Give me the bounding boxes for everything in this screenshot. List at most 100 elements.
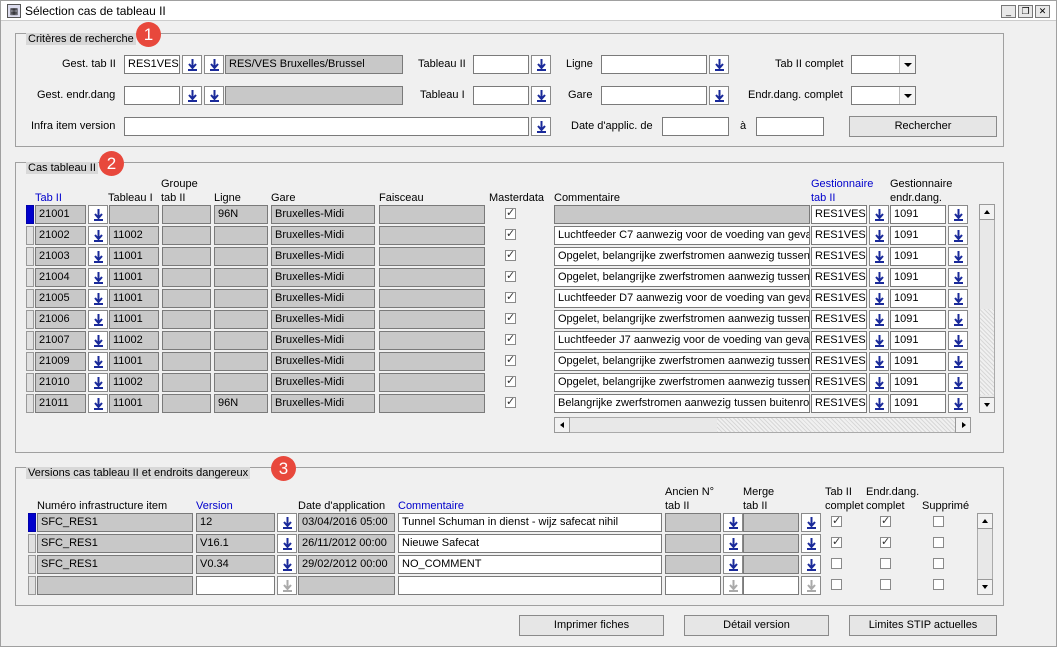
faisceau-cell[interactable] — [379, 268, 485, 287]
masterdata-checkbox[interactable] — [505, 227, 516, 240]
gestionnaire-cell[interactable]: RES1VES — [811, 310, 867, 329]
download-icon[interactable] — [88, 268, 108, 287]
scroll-up-button[interactable] — [979, 204, 995, 220]
endr-complet-checkbox[interactable] — [880, 579, 891, 590]
download-icon[interactable] — [277, 555, 297, 574]
version-cell[interactable] — [196, 576, 275, 595]
download-icon[interactable] — [869, 289, 889, 308]
download-icon[interactable] — [204, 55, 224, 74]
download-icon[interactable] — [948, 205, 968, 224]
infra-cell[interactable]: SFC_RES1 — [37, 513, 193, 532]
col-header-tab[interactable]: Tab II — [35, 192, 62, 204]
groupe-cell[interactable] — [162, 352, 211, 371]
close-icon[interactable]: ✕ — [1035, 5, 1050, 18]
download-icon[interactable] — [88, 373, 108, 392]
ligne-cell[interactable] — [214, 289, 268, 308]
limits-button[interactable]: Limites STIP actuelles — [849, 615, 997, 636]
masterdata-checkbox[interactable] — [505, 269, 516, 282]
row-selector[interactable] — [26, 289, 34, 308]
scroll-right-button[interactable] — [955, 417, 971, 433]
merge-cell[interactable] — [743, 576, 799, 595]
download-icon[interactable] — [88, 247, 108, 266]
tab-cell[interactable]: 21003 — [35, 247, 86, 266]
download-icon[interactable] — [277, 576, 297, 595]
detail-version-button[interactable]: Détail version — [684, 615, 829, 636]
commentaire-cell[interactable]: Opgelet, belangrijke zwerfstromen aanwez… — [554, 247, 810, 266]
ancien-cell[interactable] — [665, 555, 721, 574]
gest-endr-cell[interactable]: 1091 — [890, 268, 946, 287]
commentaire-cell[interactable] — [554, 205, 810, 224]
row-selector[interactable] — [26, 331, 34, 350]
tableau1-cell[interactable]: 11001 — [109, 289, 159, 308]
faisceau-cell[interactable] — [379, 373, 485, 392]
row-selector[interactable] — [26, 247, 34, 266]
masterdata-checkbox[interactable] — [505, 248, 516, 261]
gestionnaire-cell[interactable]: RES1VES — [811, 352, 867, 371]
ligne-cell[interactable] — [214, 310, 268, 329]
date-cell[interactable]: 26/11/2012 00:00 — [298, 534, 395, 553]
gest-tab-code-input[interactable]: RES1VES — [124, 55, 180, 74]
download-icon[interactable] — [204, 86, 224, 105]
masterdata-checkbox[interactable] — [505, 395, 516, 408]
cases-horizontal-scrollbar[interactable] — [554, 417, 971, 433]
download-icon[interactable] — [948, 247, 968, 266]
download-icon[interactable] — [948, 373, 968, 392]
faisceau-cell[interactable] — [379, 289, 485, 308]
gare-cell[interactable]: Bruxelles-Midi — [271, 247, 375, 266]
supprime-checkbox[interactable] — [933, 558, 944, 569]
cases-vertical-scrollbar[interactable] — [979, 204, 995, 413]
ligne-cell[interactable] — [214, 226, 268, 245]
scroll-down-button[interactable] — [979, 397, 995, 413]
download-icon[interactable] — [182, 55, 202, 74]
tableau2-input[interactable] — [473, 55, 529, 74]
col-header-gestionnaire-sub[interactable]: tab II — [811, 192, 835, 204]
commentaire-cell[interactable] — [398, 576, 662, 595]
print-button[interactable]: Imprimer fiches — [519, 615, 664, 636]
download-icon[interactable] — [869, 394, 889, 413]
download-icon[interactable] — [948, 226, 968, 245]
download-icon[interactable] — [869, 373, 889, 392]
row-selector[interactable] — [28, 576, 36, 595]
download-icon[interactable] — [948, 310, 968, 329]
row-selector[interactable] — [28, 513, 36, 532]
version-cell[interactable]: 12 — [196, 513, 275, 532]
download-icon[interactable] — [88, 352, 108, 371]
faisceau-cell[interactable] — [379, 226, 485, 245]
merge-cell[interactable] — [743, 555, 799, 574]
download-icon[interactable] — [801, 513, 821, 532]
gestionnaire-cell[interactable]: RES1VES — [811, 268, 867, 287]
tab-cell[interactable]: 21002 — [35, 226, 86, 245]
ligne-cell[interactable] — [214, 247, 268, 266]
chevron-down-icon[interactable] — [899, 56, 915, 73]
download-icon[interactable] — [277, 534, 297, 553]
supprime-checkbox[interactable] — [933, 516, 944, 527]
scroll-down-button[interactable] — [977, 579, 993, 595]
download-icon[interactable] — [801, 555, 821, 574]
download-icon[interactable] — [709, 86, 729, 105]
tab-cell[interactable]: 21007 — [35, 331, 86, 350]
gestionnaire-cell[interactable]: RES1VES — [811, 205, 867, 224]
masterdata-checkbox[interactable] — [505, 374, 516, 387]
endr-complet-checkbox[interactable] — [880, 514, 891, 527]
download-icon[interactable] — [88, 205, 108, 224]
ligne-cell[interactable]: 96N — [214, 394, 268, 413]
faisceau-cell[interactable] — [379, 331, 485, 350]
date-to-input[interactable] — [756, 117, 824, 136]
tableau1-cell[interactable]: 11001 — [109, 247, 159, 266]
commentaire-cell[interactable]: Opgelet, belangrijke zwerfstromen aanwez… — [554, 268, 810, 287]
endr-complet-checkbox[interactable] — [880, 558, 891, 569]
search-button[interactable]: Rechercher — [849, 116, 997, 137]
groupe-cell[interactable] — [162, 373, 211, 392]
minimize-icon[interactable]: _ — [1001, 5, 1016, 18]
groupe-cell[interactable] — [162, 394, 211, 413]
groupe-cell[interactable] — [162, 310, 211, 329]
gare-cell[interactable]: Bruxelles-Midi — [271, 373, 375, 392]
row-selector[interactable] — [28, 555, 36, 574]
scroll-track[interactable] — [980, 309, 994, 395]
gest-endr-cell[interactable]: 1091 — [890, 352, 946, 371]
gest-endr-cell[interactable]: 1091 — [890, 226, 946, 245]
download-icon[interactable] — [801, 534, 821, 553]
merge-cell[interactable] — [743, 513, 799, 532]
col-header-commentaire[interactable]: Commentaire — [398, 500, 464, 512]
gare-input[interactable] — [601, 86, 707, 105]
